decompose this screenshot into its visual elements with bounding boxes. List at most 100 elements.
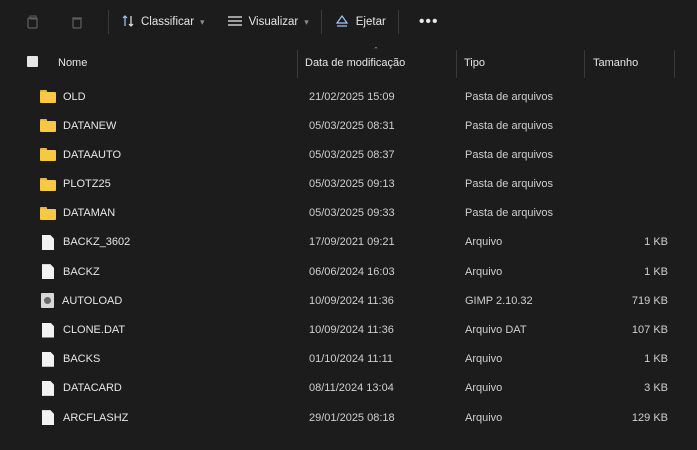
file-type: Arquivo [465,265,503,278]
view-icon [227,14,243,31]
select-all-checkbox[interactable] [27,56,38,67]
file-date: 06/06/2024 16:03 [309,265,395,278]
file-type: Arquivo DAT [465,324,527,336]
file-type: Arquivo [465,353,503,366]
file-name: PLOTZ25 [63,178,111,191]
file-row[interactable]: PLOTZ25 05/03/2025 09:13 Pasta de arquivos [0,170,697,199]
file-name: DATACARD [63,382,122,395]
file-date: 10/09/2024 11:36 [309,294,394,307]
column-divider[interactable] [584,50,585,78]
column-divider[interactable] [456,50,457,78]
column-header-type[interactable]: Tipo [464,44,485,82]
file-type: Pasta de arquivos [465,178,554,191]
file-name-cell: CLONE.DAT [40,316,125,345]
folder-icon [40,206,56,220]
file-date: 10/09/2024 11:36 [309,324,394,336]
file-name-cell: OLD [40,82,86,111]
file-date: 08/11/2024 13:04 [309,382,394,395]
file-name-cell: DATAAUTO [40,140,121,169]
folder-icon [40,119,56,133]
file-size: 1 KB [644,353,668,366]
file-date: 05/03/2025 08:31 [309,119,395,132]
folder-icon [40,177,56,191]
file-size: 719 KB [631,294,668,307]
file-name-cell: BACKZ [40,257,100,286]
column-header-row: Nome ⌃ Data de modificação Tipo Tamanho [0,44,697,82]
command-bar: Classificar ▾ Visualizar ▾ Ejetar ••• [0,0,697,44]
file-icon [42,322,54,338]
sort-ascending-icon: ⌃ [373,47,379,54]
file-date: 01/10/2024 11:11 [309,353,394,366]
file-icon [42,351,54,367]
column-header-name[interactable]: Nome [58,44,87,82]
column-header-date[interactable]: ⌃ Data de modificação [305,44,405,82]
file-row[interactable]: CLONE.DAT 10/09/2024 11:36 Arquivo DAT 107 … [0,316,697,345]
file-name-cell: AUTOLOAD [40,286,122,315]
file-row[interactable]: BACKZ 06/06/2024 16:03 Arquivo 1 KB [0,257,697,286]
file-icon [42,234,54,250]
sort-button[interactable]: Classificar ▾ [115,8,211,36]
file-name: ARCFLASHZ [63,411,129,424]
folder-icon [40,148,56,162]
file-type: Pasta de arquivos [465,207,554,220]
copy-icon[interactable] [22,11,44,33]
file-date: 05/03/2025 09:33 [309,207,395,220]
file-name: OLD [63,90,86,103]
column-header-size[interactable]: Tamanho [593,44,638,82]
trash-icon[interactable] [66,11,88,33]
file-icon [42,410,54,426]
file-type: Pasta de arquivos [465,119,554,132]
file-size: 107 KB [631,324,668,336]
file-name-cell: DATACARD [40,374,122,403]
file-type: Arquivo [465,411,503,424]
file-icon [42,380,54,396]
file-row[interactable]: DATACARD 08/11/2024 13:04 Arquivo 3 KB [0,374,697,403]
file-row[interactable]: DATAAUTO 05/03/2025 08:37 Pasta de arquivo… [0,140,697,169]
file-name-cell: PLOTZ25 [40,170,111,199]
file-name-cell: BACKS [40,345,100,374]
file-name: DATAMAN [63,207,116,220]
column-type-label: Tipo [464,57,485,69]
file-size: 129 KB [631,411,668,424]
file-name: BACKS [63,353,101,366]
file-type: Arquivo [465,236,503,249]
file-date: 05/03/2025 09:13 [309,178,395,191]
sort-icon [121,14,135,31]
column-date-label: Data de modificação [305,57,406,69]
eject-label: Ejetar [355,16,386,28]
toolbar-divider [320,10,322,34]
file-date: 29/01/2025 08:18 [309,411,395,424]
file-row[interactable]: ARCFLASHZ 29/01/2025 08:18 Arquivo 129 KB [0,403,697,432]
file-row[interactable]: BACKS 01/10/2024 11:11 Arquivo 1 KB [0,345,697,374]
sort-label: Classificar [141,16,195,28]
column-divider[interactable] [674,50,675,78]
file-name-cell: DATANEW [40,111,116,140]
toolbar-divider [108,10,109,34]
file-size: 1 KB [644,236,668,249]
file-name: CLONE.DAT [63,324,126,336]
file-name-cell: BACKZ_3602 [40,228,130,257]
file-row[interactable]: DATANEW 05/03/2025 08:31 Pasta de arquivos [0,111,697,140]
file-row[interactable]: BACKZ_3602 17/09/2021 09:21 Arquivo 1 KB [0,228,697,257]
file-type: Pasta de arquivos [465,90,554,103]
file-icon [42,264,54,280]
file-row[interactable]: AUTOLOAD 10/09/2024 11:36 GIMP 2.10.32 719 … [0,286,697,315]
file-date: 05/03/2025 08:37 [309,148,395,161]
file-row[interactable]: DATAMAN 05/03/2025 09:33 Pasta de arquivos [0,199,697,228]
view-button[interactable]: Visualizar ▾ [221,8,315,36]
file-date: 17/09/2021 09:21 [309,236,395,249]
eject-icon [334,14,350,31]
file-name: BACKZ_3602 [63,236,131,249]
file-type: Arquivo [465,382,503,395]
file-row[interactable]: OLD 21/02/2025 15:09 Pasta de arquivos [0,82,697,111]
file-type: Pasta de arquivos [465,148,554,161]
file-name: DATAAUTO [63,148,122,161]
column-name-label: Nome [58,57,88,69]
eject-button[interactable]: Ejetar [328,8,392,36]
more-options-button[interactable]: ••• [413,8,445,36]
file-name: BACKZ [63,265,100,278]
column-size-label: Tamanho [593,57,639,69]
column-divider[interactable] [297,50,298,78]
file-size: 1 KB [644,265,668,278]
toolbar-divider [397,10,399,34]
